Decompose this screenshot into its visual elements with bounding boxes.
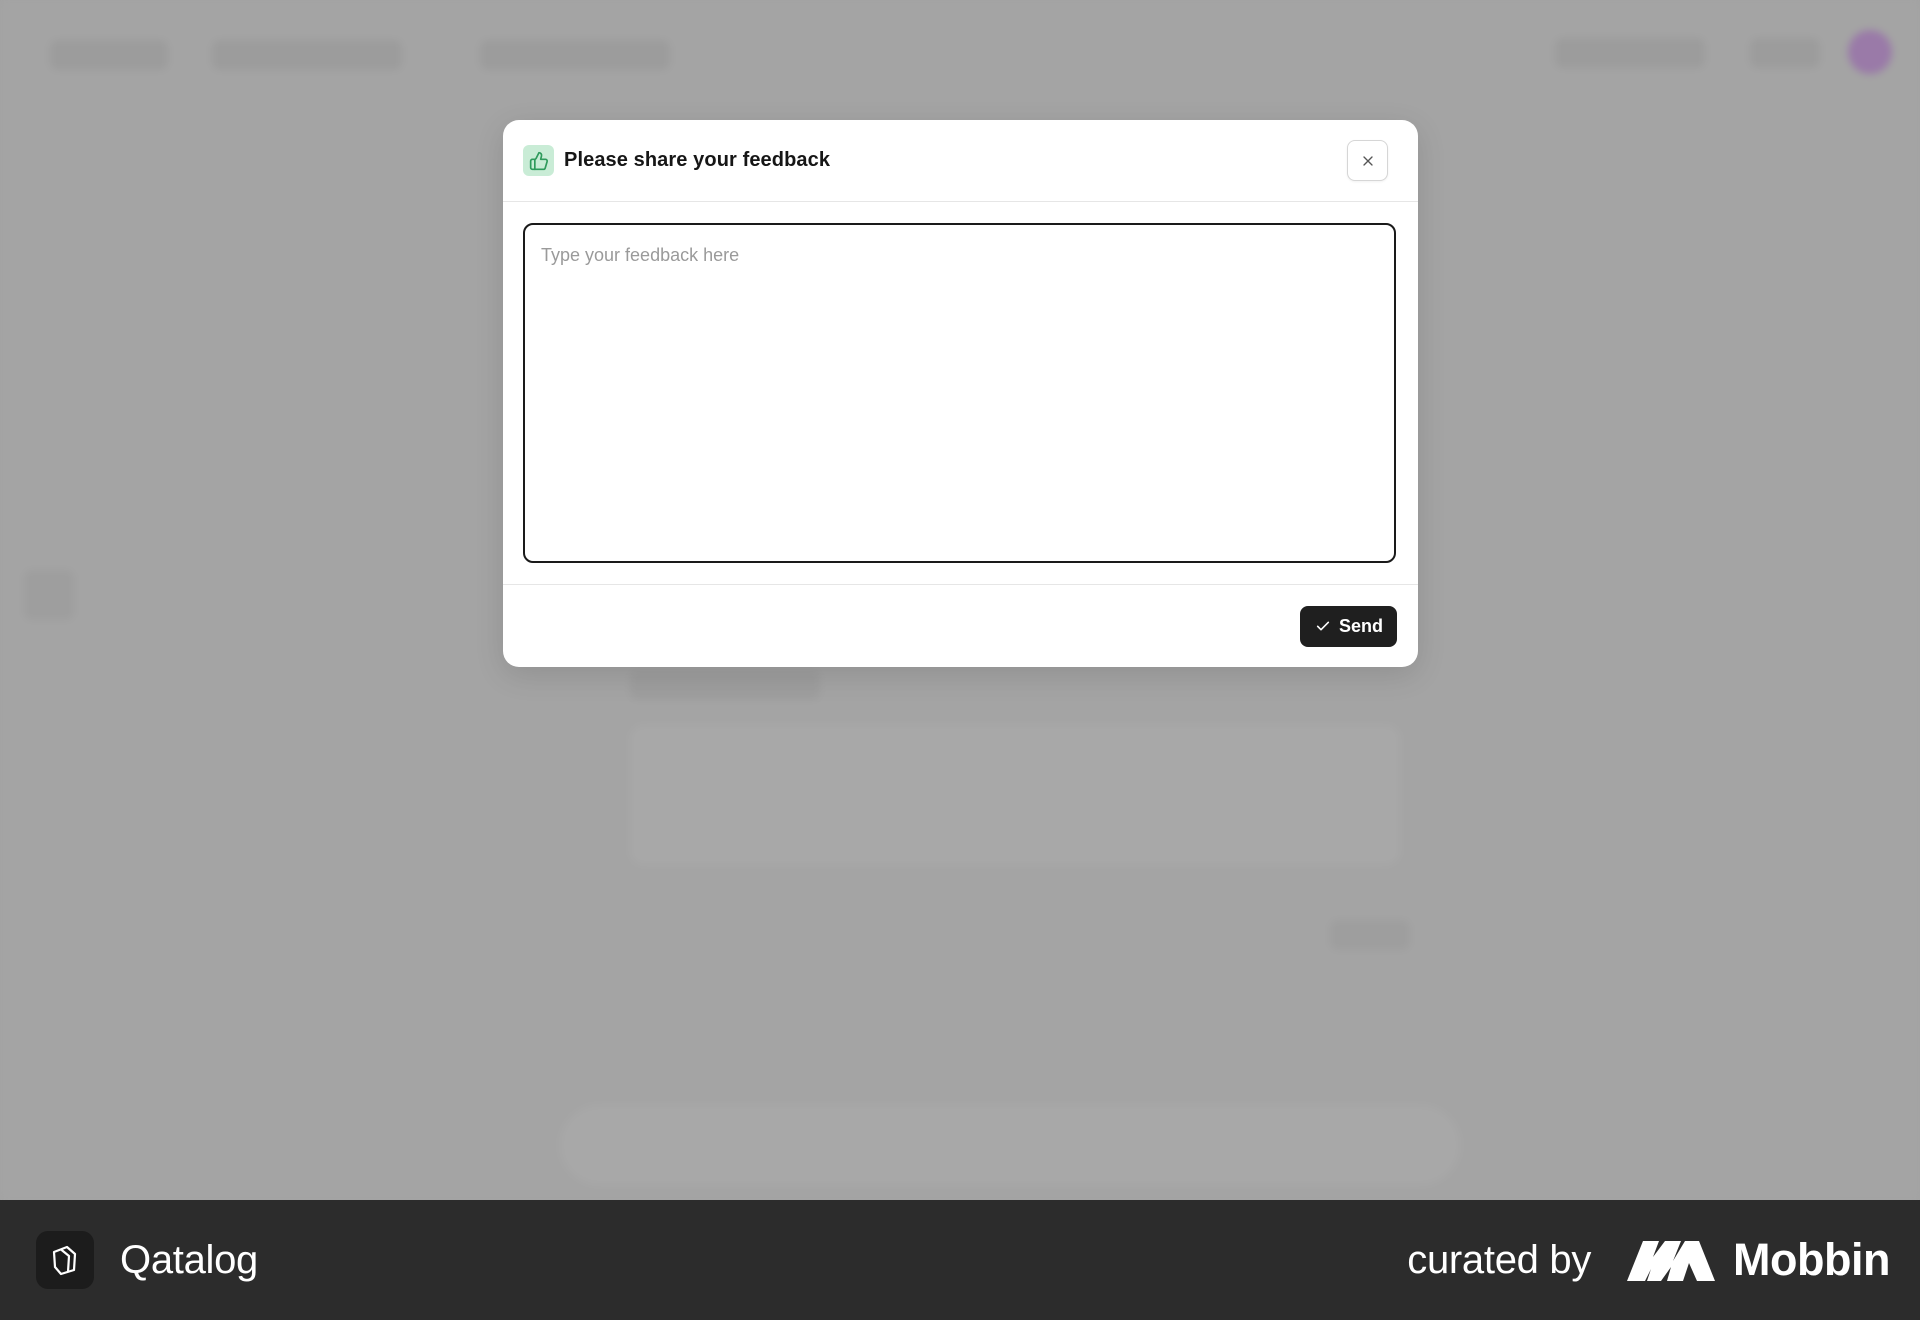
background-nav-pill: [480, 40, 670, 70]
app-brand: Qatalog: [36, 1231, 258, 1289]
background-block: [24, 570, 74, 620]
qatalog-logo-icon: [36, 1231, 94, 1289]
background-input-bar: [560, 1105, 1460, 1185]
feedback-modal: Please share your feedback Send: [503, 120, 1418, 667]
modal-header: Please share your feedback: [503, 120, 1418, 202]
background-avatar: [1848, 30, 1892, 74]
send-button-label: Send: [1338, 615, 1383, 636]
mobbin-logo: Mobbin: [1627, 1234, 1890, 1286]
background-nav-pill: [212, 40, 402, 70]
background-block: [1330, 920, 1410, 950]
modal-title: Please share your feedback: [564, 149, 831, 171]
modal-footer: Send: [503, 584, 1418, 667]
background-topbar: [0, 0, 1920, 104]
curator-name: Mobbin: [1733, 1234, 1890, 1285]
feedback-textarea[interactable]: [523, 223, 1396, 563]
mobbin-mark-icon: [1627, 1239, 1717, 1281]
background-block: [630, 670, 820, 700]
close-icon: [1360, 153, 1376, 169]
background-nav-pill: [1750, 38, 1820, 68]
background-nav-pill: [1555, 38, 1705, 68]
curated-by-label: curated by: [1407, 1237, 1592, 1282]
modal-body: [503, 202, 1418, 583]
close-button[interactable]: [1347, 140, 1388, 181]
brand-bar: Qatalog curated by Mobbin: [0, 1200, 1920, 1320]
thumbs-up-icon: [523, 145, 554, 176]
app-name: Qatalog: [120, 1237, 258, 1282]
send-button[interactable]: Send: [1299, 605, 1397, 647]
check-icon: [1315, 618, 1331, 634]
background-panel: [630, 725, 1400, 865]
background-nav-pill: [50, 40, 168, 70]
curator-brand: curated by Mobbin: [1407, 1234, 1890, 1286]
